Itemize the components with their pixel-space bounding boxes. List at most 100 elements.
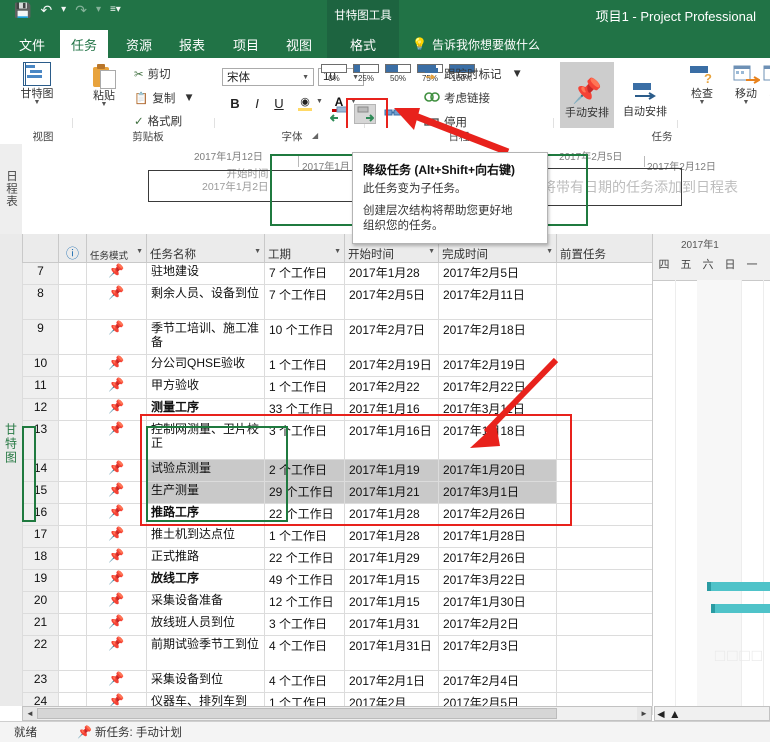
copy-dropdown-icon[interactable]: ▼ — [183, 92, 194, 104]
table-row[interactable]: 7📌驻地建设7 个工作日2017年1月282017年2月5日 — [23, 263, 653, 285]
status-new-task[interactable]: 📌 新任务: 手动计划 — [77, 724, 182, 740]
tab-format[interactable]: 格式 — [327, 30, 399, 58]
indicator-cell[interactable] — [59, 671, 87, 693]
task-mode-cell[interactable]: 📌 — [87, 671, 147, 693]
indicator-cell[interactable] — [59, 263, 87, 285]
finish-date-cell[interactable]: 2017年3月1日 — [439, 482, 557, 504]
finish-date-cell[interactable]: 2017年1月28日 — [439, 526, 557, 548]
timeline-side-tab[interactable]: 日程表 — [0, 144, 23, 234]
table-scroll-thumb[interactable] — [37, 708, 557, 719]
start-date-cell[interactable]: 2017年1月15 — [345, 570, 439, 592]
percent-0-button[interactable]: 0% — [320, 64, 348, 83]
row-id-cell[interactable]: 21 — [23, 614, 59, 636]
start-date-cell[interactable]: 2017年1月16日 — [345, 421, 439, 460]
duration-cell[interactable]: 29 个工作日 — [265, 482, 345, 504]
task-name-cell[interactable]: 驻地建设 — [147, 263, 265, 285]
format-painter-button[interactable]: ✓ 格式刷 — [134, 113, 182, 129]
duration-cell[interactable]: 3 个工作日 — [265, 421, 345, 460]
duration-cell[interactable]: 2 个工作日 — [265, 460, 345, 482]
table-horizontal-scrollbar[interactable]: ◄ ► — [22, 706, 652, 721]
cut-button[interactable]: ✂ 剪切 — [134, 66, 171, 82]
indicator-cell[interactable] — [59, 526, 87, 548]
indicator-cell[interactable] — [59, 570, 87, 592]
task-mode-cell[interactable]: 📌 — [87, 263, 147, 285]
task-name-cell[interactable]: 采集设备到位 — [147, 671, 265, 693]
indicator-cell[interactable] — [59, 285, 87, 320]
task-name-cell[interactable]: 前期试验季节工到位 — [147, 636, 265, 671]
indicator-cell[interactable] — [59, 320, 87, 355]
column-header-indicators[interactable]: ⓘ — [59, 234, 87, 263]
start-date-cell[interactable]: 2017年2月22 — [345, 377, 439, 399]
column-header-task-mode-filter-icon[interactable]: ▼ — [136, 248, 143, 255]
start-date-cell[interactable]: 2017年2月5日 — [345, 285, 439, 320]
gantt-side-tab[interactable]: 甘特图 — [0, 234, 23, 706]
start-date-cell[interactable]: 2017年1月29 — [345, 548, 439, 570]
start-date-cell[interactable]: 2017年1月16 — [345, 399, 439, 421]
font-dialog-launcher-icon[interactable]: ◢ — [312, 131, 318, 140]
row-id-cell[interactable]: 10 — [23, 355, 59, 377]
task-name-cell[interactable]: 推土机到达点位 — [147, 526, 265, 548]
finish-date-cell[interactable]: 2017年2月22日 — [439, 377, 557, 399]
duration-cell[interactable]: 4 个工作日 — [265, 671, 345, 693]
row-id-cell[interactable]: 9 — [23, 320, 59, 355]
column-header-start-filter-icon[interactable]: ▼ — [428, 248, 435, 255]
customize-qat-icon[interactable]: ≡▾ — [110, 5, 121, 15]
predecessor-cell[interactable] — [557, 482, 653, 504]
row-id-cell[interactable]: 13 — [23, 421, 59, 460]
row-id-cell[interactable]: 15 — [23, 482, 59, 504]
task-mode-cell[interactable]: 📌 — [87, 636, 147, 671]
mode-task-button[interactable]: 模 — [760, 64, 770, 100]
indicator-cell[interactable] — [59, 548, 87, 570]
task-name-cell[interactable]: 控制网测量、卫片校正 — [147, 421, 265, 460]
inspect-task-button[interactable]: ? 检查 ▼ — [682, 64, 722, 106]
task-mode-cell[interactable]: 📌 — [87, 592, 147, 614]
task-name-cell[interactable]: 季节工培训、施工准备 — [147, 320, 265, 355]
indicator-cell[interactable] — [59, 421, 87, 460]
duration-cell[interactable]: 1 个工作日 — [265, 377, 345, 399]
indicator-cell[interactable] — [59, 482, 87, 504]
predecessor-cell[interactable] — [557, 421, 653, 460]
row-id-cell[interactable]: 8 — [23, 285, 59, 320]
start-date-cell[interactable]: 2017年1月31日 — [345, 636, 439, 671]
start-date-cell[interactable]: 2017年1月28 — [345, 526, 439, 548]
redo-dropdown-icon[interactable]: ▾ — [96, 5, 101, 15]
manually-schedule-button[interactable]: 📌 手动安排 — [560, 62, 614, 136]
tab-task[interactable]: 任务 — [60, 30, 108, 58]
task-mode-cell[interactable]: 📌 — [87, 320, 147, 355]
table-row[interactable]: 22📌前期试验季节工到位4 个工作日2017年1月31日2017年2月3日 — [23, 636, 653, 671]
indicator-cell[interactable] — [59, 399, 87, 421]
task-mode-cell[interactable]: 📌 — [87, 460, 147, 482]
finish-date-cell[interactable]: 2017年1月18日 — [439, 421, 557, 460]
column-header-finish-filter-icon[interactable]: ▼ — [546, 248, 553, 255]
column-header-task-name-filter-icon[interactable]: ▼ — [254, 248, 261, 255]
predecessor-cell[interactable] — [557, 570, 653, 592]
gantt-chart-button[interactable]: 甘特图 ▼ — [12, 62, 62, 106]
finish-date-cell[interactable]: 2017年2月3日 — [439, 636, 557, 671]
tab-view[interactable]: 视图 — [275, 30, 323, 58]
table-row[interactable]: 14📌试验点测量2 个工作日2017年1月192017年1月20日 — [23, 460, 653, 482]
duration-cell[interactable]: 22 个工作日 — [265, 548, 345, 570]
move-dropdown-icon[interactable]: ▼ — [743, 100, 750, 106]
row-id-cell[interactable]: 12 — [23, 399, 59, 421]
predecessor-cell[interactable] — [557, 504, 653, 526]
indicator-cell[interactable] — [59, 377, 87, 399]
task-mode-cell[interactable]: 📌 — [87, 355, 147, 377]
table-row[interactable]: 16📌推路工序22 个工作日2017年1月282017年2月26日 — [23, 504, 653, 526]
task-mode-cell[interactable]: 📌 — [87, 285, 147, 320]
duration-cell[interactable]: 7 个工作日 — [265, 285, 345, 320]
predecessor-cell[interactable] — [557, 377, 653, 399]
task-table[interactable]: ⓘ 任务模式 ▼ 任务名称 ▼ 工期 ▼ 开始时间 — [22, 234, 653, 715]
finish-date-cell[interactable]: 2017年2月26日 — [439, 548, 557, 570]
scroll-left-arrow[interactable]: ◄ — [23, 707, 37, 720]
start-date-cell[interactable]: 2017年2月19日 — [345, 355, 439, 377]
finish-date-cell[interactable]: 2017年1月30日 — [439, 592, 557, 614]
indicator-cell[interactable] — [59, 460, 87, 482]
predecessor-cell[interactable] — [557, 548, 653, 570]
gantt-chart-dropdown-icon[interactable]: ▼ — [34, 100, 41, 106]
mark-on-track-dropdown-icon[interactable]: ▼ — [512, 68, 523, 80]
table-row[interactable]: 10📌分公司QHSE验收1 个工作日2017年2月19日2017年2月19日 — [23, 355, 653, 377]
tab-report[interactable]: 报表 — [168, 30, 216, 58]
duration-cell[interactable]: 3 个工作日 — [265, 614, 345, 636]
start-date-cell[interactable]: 2017年1月28 — [345, 263, 439, 285]
percent-25-button[interactable]: 25% — [352, 64, 380, 83]
